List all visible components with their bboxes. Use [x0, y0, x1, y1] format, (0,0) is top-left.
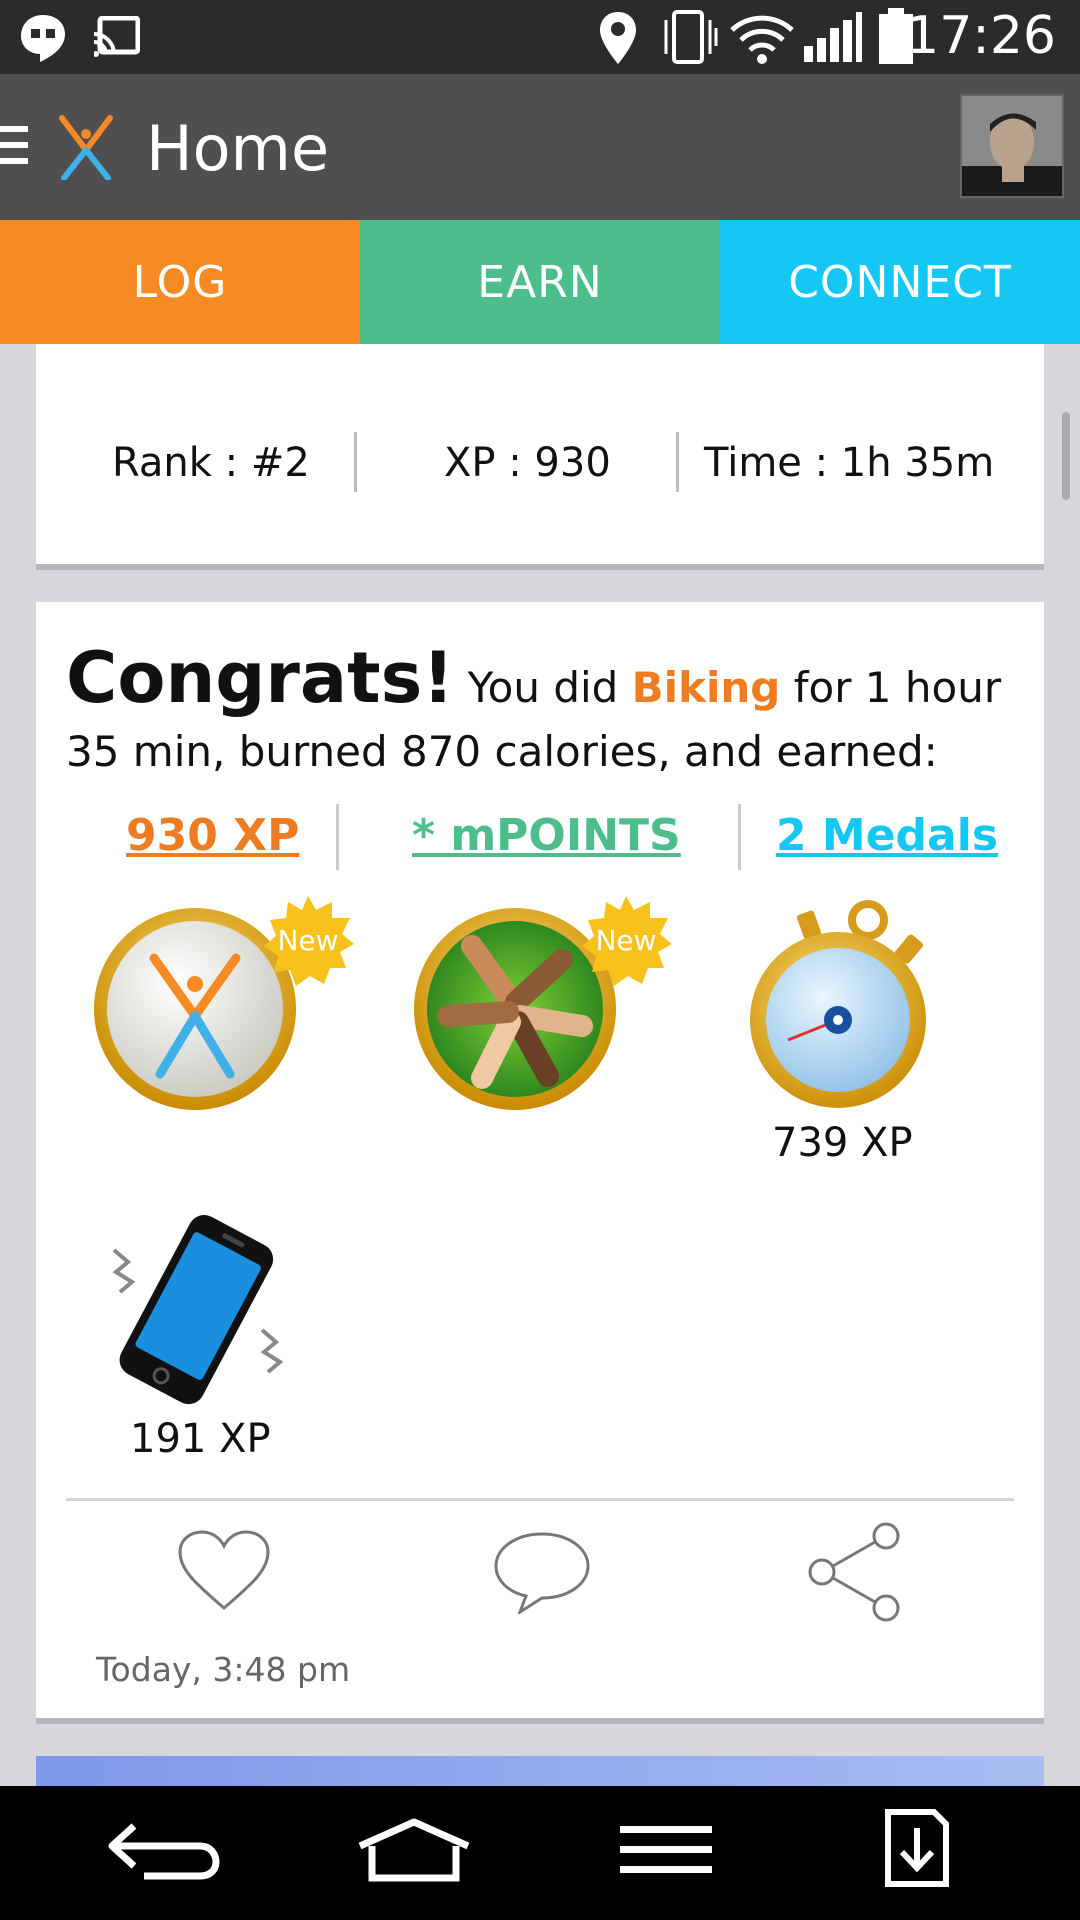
status-bar: 17:26 [0, 0, 1080, 74]
congrats-message: Congrats! You did Biking for 1 hour 35 m… [66, 643, 1026, 784]
xp-stat: XP : 930 [444, 440, 611, 486]
menu-icon[interactable] [616, 1816, 716, 1886]
hangouts-icon [21, 15, 65, 62]
signal-icon [804, 12, 862, 62]
earned-medals-link[interactable]: 2 Medals [776, 810, 998, 861]
navigation-bar [0, 1786, 1080, 1920]
divider [676, 432, 679, 492]
scrollbar[interactable] [1062, 412, 1070, 500]
clock: 17:26 [906, 6, 1056, 66]
divider [738, 804, 741, 870]
medal-xp-label: 191 XP [130, 1416, 271, 1462]
divider [354, 432, 357, 492]
tab-log[interactable]: LOG [0, 220, 360, 344]
cast-icon [94, 16, 140, 57]
activity-name: Biking [631, 663, 781, 712]
comment-icon[interactable] [492, 1530, 592, 1614]
main-tabs: LOG EARN CONNECT [0, 220, 1080, 344]
earned-xp-link[interactable]: 930 XP [126, 810, 299, 861]
divider [66, 1498, 1014, 1501]
app-bar: Home [0, 74, 1080, 220]
share-icon[interactable] [806, 1522, 906, 1622]
page-title: Home [146, 112, 330, 185]
tab-connect[interactable]: CONNECT [720, 220, 1080, 344]
like-icon[interactable] [176, 1528, 272, 1612]
congrats-heading: Congrats! [66, 637, 455, 719]
new-seal: New [262, 896, 354, 988]
divider [336, 804, 339, 870]
earned-points-link[interactable]: * mPOINTS [412, 810, 681, 861]
medal-xp-label: 739 XP [772, 1120, 913, 1166]
stopwatch-medal-icon[interactable] [740, 898, 930, 1116]
hamburger-icon[interactable] [0, 126, 28, 166]
new-seal-icon: New [582, 896, 672, 986]
time-stat: Time : 1h 35m [704, 440, 995, 486]
back-icon[interactable] [104, 1816, 224, 1886]
new-seal: New [580, 896, 672, 988]
home-icon[interactable] [354, 1816, 474, 1886]
tab-earn[interactable]: EARN [360, 220, 720, 344]
new-seal-icon: New [264, 896, 354, 986]
new-label: New [595, 924, 656, 957]
profile-photo-icon [962, 96, 1062, 196]
activity-card: Congrats! You did Biking for 1 hour 35 m… [36, 602, 1044, 1718]
location-icon [600, 12, 636, 64]
download-icon[interactable] [884, 1808, 950, 1888]
rank-stat: Rank : #2 [112, 440, 310, 486]
congrats-text-before: You did [454, 663, 632, 712]
new-label: New [277, 924, 338, 957]
vibrating-phone-medal-icon[interactable] [92, 1210, 298, 1410]
x-person-logo-icon[interactable] [58, 114, 114, 180]
summary-card: Rank : #2 XP : 930 Time : 1h 35m [36, 344, 1044, 564]
post-timestamp: Today, 3:48 pm [96, 1650, 351, 1689]
wifi-icon [730, 15, 794, 64]
vibrate-icon [664, 10, 718, 64]
avatar[interactable] [960, 94, 1064, 198]
